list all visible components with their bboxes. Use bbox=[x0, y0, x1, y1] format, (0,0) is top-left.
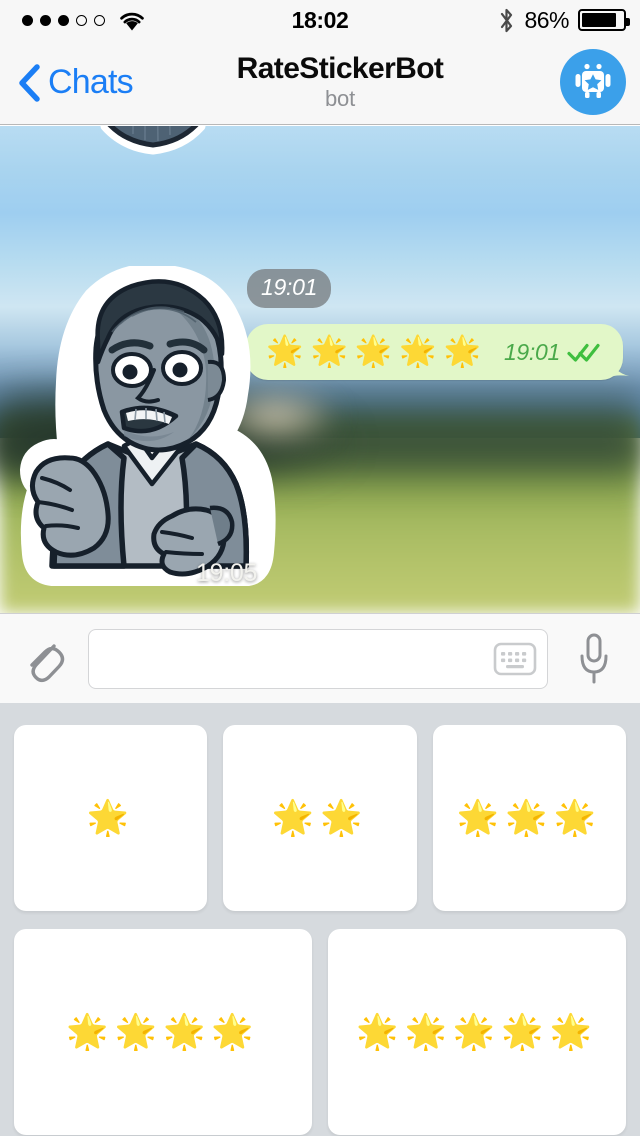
suggestion-stars: 🌟🌟🌟🌟 bbox=[66, 1013, 260, 1051]
battery-icon bbox=[578, 9, 630, 31]
suggestion-stars: 🌟🌟🌟 bbox=[456, 799, 602, 837]
navigation-bar: Chats RateStickerBot bot bbox=[0, 40, 640, 125]
message-input-bar bbox=[0, 613, 640, 703]
chevron-left-icon bbox=[18, 63, 40, 102]
chat-screen: 18:02 86% Chats RateStickerBot bot 19:01… bbox=[0, 0, 640, 1136]
suggestion-card-5-stars[interactable]: 🌟🌟🌟🌟🌟 bbox=[328, 929, 626, 1135]
sticker-suggestion-panel[interactable]: 🌟 🌟🌟 🌟🌟🌟 🌟🌟🌟🌟 🌟🌟🌟🌟🌟 bbox=[0, 703, 640, 1136]
battery-percent-label: 86% bbox=[524, 6, 569, 33]
nav-title-block[interactable]: RateStickerBot bot bbox=[150, 40, 530, 125]
bluetooth-icon bbox=[498, 7, 515, 34]
suggestion-row: 🌟 🌟🌟 🌟🌟🌟 bbox=[14, 725, 626, 911]
double-check-icon bbox=[567, 342, 601, 362]
message-meta: 19:01 bbox=[504, 339, 601, 366]
page-title: RateStickerBot bbox=[236, 51, 444, 85]
message-star-rating: 🌟🌟🌟🌟🌟 bbox=[266, 335, 488, 368]
suggestion-stars: 🌟🌟 bbox=[271, 799, 369, 837]
back-button[interactable]: Chats bbox=[18, 40, 134, 125]
page-subtitle: bot bbox=[325, 86, 355, 112]
robot-star-avatar-icon bbox=[571, 60, 615, 104]
sticker-dark-suit-partial[interactable] bbox=[88, 126, 218, 184]
message-timestamp: 19:01 bbox=[503, 338, 560, 365]
avatar[interactable] bbox=[560, 49, 626, 115]
message-input[interactable] bbox=[105, 629, 531, 688]
outgoing-message-bubble[interactable]: 🌟🌟🌟🌟🌟 19:01 bbox=[246, 324, 623, 380]
suggestion-card-3-stars[interactable]: 🌟🌟🌟 bbox=[432, 725, 626, 911]
keyboard-icon[interactable] bbox=[493, 642, 537, 676]
status-bar-right: 86% bbox=[498, 0, 630, 40]
suggestion-row: 🌟🌟🌟🌟 🌟🌟🌟🌟🌟 bbox=[14, 929, 626, 1135]
suggestion-card-1-star[interactable]: 🌟 bbox=[14, 725, 208, 911]
paperclip-icon bbox=[23, 633, 65, 685]
voice-record-button[interactable] bbox=[548, 632, 640, 686]
sticker-timestamp: 19:05 bbox=[196, 559, 258, 587]
suggestion-card-4-stars[interactable]: 🌟🌟🌟🌟 bbox=[14, 929, 312, 1135]
suggestion-stars: 🌟🌟🌟🌟🌟 bbox=[356, 1013, 598, 1051]
message-text-field[interactable] bbox=[88, 628, 548, 689]
microphone-icon bbox=[577, 632, 611, 686]
suggestion-stars: 🌟 bbox=[86, 799, 135, 837]
sticker-shocked-man[interactable] bbox=[12, 266, 284, 596]
message-list[interactable]: 19:01 🌟🌟🌟🌟🌟 19:01 19:05 bbox=[0, 126, 640, 613]
attach-button[interactable] bbox=[0, 633, 88, 685]
status-bar: 18:02 86% bbox=[0, 0, 640, 40]
suggestion-card-2-stars[interactable]: 🌟🌟 bbox=[223, 725, 417, 911]
back-button-label: Chats bbox=[48, 63, 134, 101]
